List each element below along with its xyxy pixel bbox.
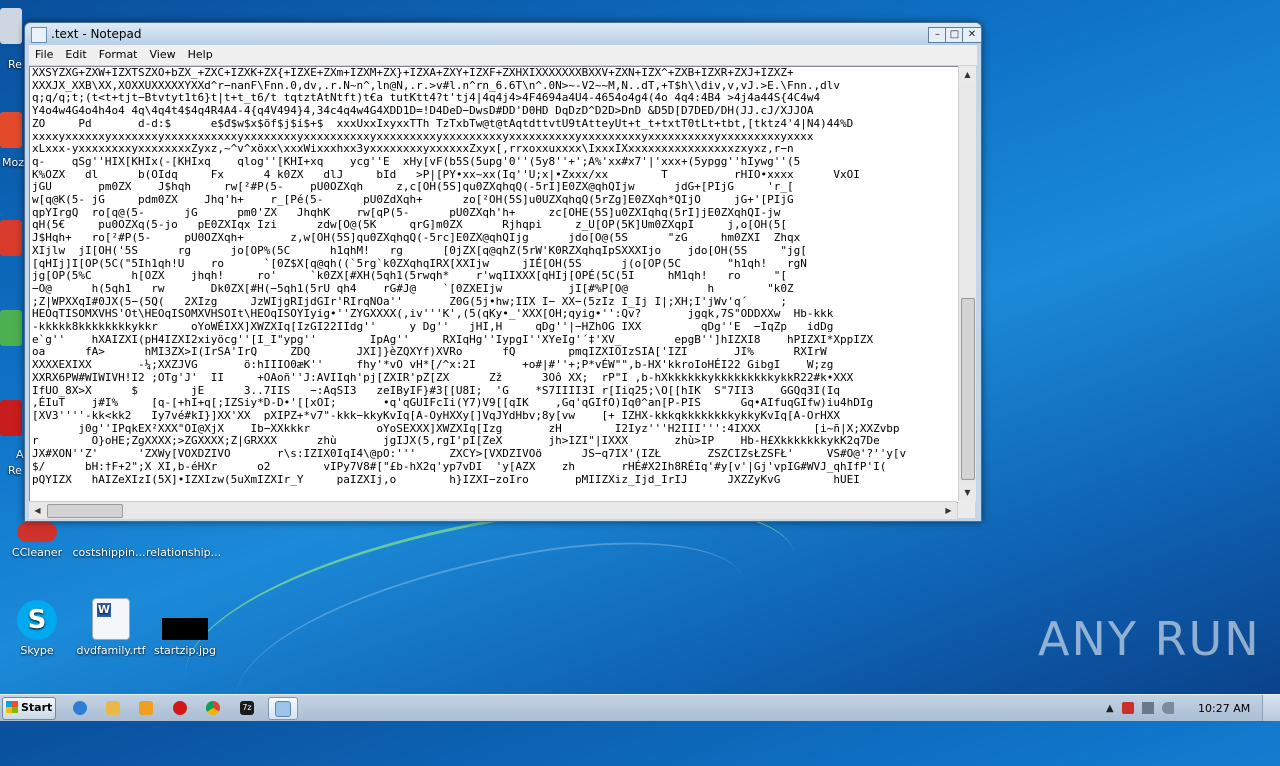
document-text[interactable]: XXSYZXG+ZXW+IZXTSZXO+bZX_+ZXC+IZXK+ZX{+I… xyxy=(30,67,958,486)
taskbar-chrome[interactable] xyxy=(199,697,227,718)
notepad-window[interactable]: .text - Notepad – □ ✕ File Edit Format View… xyxy=(24,22,982,522)
explorer-icon xyxy=(106,700,120,715)
menu-format[interactable]: Format xyxy=(93,45,144,61)
volume-icon[interactable] xyxy=(1161,702,1174,714)
menu-file[interactable]: File xyxy=(29,45,59,61)
taskbar-notepad[interactable] xyxy=(268,697,298,720)
taskbar-7zip[interactable]: 7z xyxy=(233,697,261,718)
desktop-icon-skype[interactable]: S Skype xyxy=(0,600,74,657)
word-document-icon: W xyxy=(92,598,130,640)
ie-icon xyxy=(73,700,87,715)
scroll-left-arrow-icon[interactable]: ◀ xyxy=(29,502,46,519)
action-center-icon[interactable] xyxy=(1121,702,1134,714)
notepad-icon xyxy=(275,700,291,717)
network-icon[interactable] xyxy=(1141,702,1154,714)
desktop-icon-ccleaner[interactable]: CCleaner xyxy=(0,522,74,559)
taskbar-explorer[interactable] xyxy=(99,697,127,718)
app-icon-edge[interactable] xyxy=(0,220,22,256)
desktop-icon-costshipping[interactable]: costshippin... xyxy=(72,522,146,559)
close-button[interactable]: ✕ xyxy=(962,27,982,43)
document-icon xyxy=(163,522,203,542)
ccleaner-icon xyxy=(17,522,57,542)
acrobat-icon[interactable] xyxy=(0,400,22,436)
menu-view[interactable]: View xyxy=(144,45,182,61)
chrome-icon xyxy=(206,700,220,715)
media-player-icon xyxy=(139,700,153,715)
menu-help[interactable]: Help xyxy=(182,45,219,61)
anyrun-watermark: ANY RUN xyxy=(1038,612,1261,666)
edge-label-1: Moz xyxy=(2,156,24,169)
menu-bar: File Edit Format View Help xyxy=(29,45,977,65)
tray-expand-icon[interactable]: ▲ xyxy=(1106,703,1114,714)
start-label: Start xyxy=(21,701,53,714)
menu-edit[interactable]: Edit xyxy=(59,45,92,61)
desktop-icon-startzip[interactable]: startzip.jpg xyxy=(148,600,222,657)
scroll-up-arrow-icon[interactable]: ▲ xyxy=(959,66,976,83)
system-tray: ▲ xyxy=(1106,695,1174,721)
horizontal-scrollbar[interactable]: ◀ ▶ xyxy=(29,501,957,519)
desktop-icon-relationship[interactable]: relationship... xyxy=(146,522,220,559)
desktop-icon-dvdfamily[interactable]: W dvdfamily.rtf xyxy=(74,598,148,657)
windows-logo-icon xyxy=(6,701,18,713)
start-button[interactable]: Start xyxy=(2,697,56,720)
vertical-scroll-thumb[interactable] xyxy=(961,298,975,480)
edge-label-0: Re xyxy=(8,58,22,71)
horizontal-scroll-thumb[interactable] xyxy=(47,504,123,518)
document-icon xyxy=(89,522,129,542)
7zip-icon: 7z xyxy=(240,700,254,715)
notepad-app-icon xyxy=(31,27,47,43)
skype-icon: S xyxy=(17,600,57,640)
window-title: .text - Notepad xyxy=(51,27,142,41)
scroll-down-arrow-icon[interactable]: ▼ xyxy=(959,484,976,501)
firefox-icon[interactable] xyxy=(0,112,22,148)
taskbar-opera[interactable] xyxy=(166,697,194,718)
clock[interactable]: 10:27 AM xyxy=(1198,702,1250,715)
text-editor-area[interactable]: XXSYZXG+ZXW+IZXTSZXO+bZX_+ZXC+IZXK+ZX{+I… xyxy=(29,66,959,503)
title-bar[interactable]: .text - Notepad – □ ✕ xyxy=(25,23,982,45)
recycle-bin-icon[interactable] xyxy=(0,8,22,44)
taskbar-ie[interactable] xyxy=(66,697,94,718)
resize-grip[interactable] xyxy=(958,501,975,518)
taskbar-media-player[interactable] xyxy=(132,697,160,718)
opera-icon xyxy=(173,700,187,715)
scroll-right-arrow-icon[interactable]: ▶ xyxy=(940,502,957,519)
taskbar: Start 7z ▲ 10:27 AM xyxy=(0,694,1280,721)
image-thumbnail-icon xyxy=(162,618,208,640)
vertical-scrollbar[interactable]: ▲ ▼ xyxy=(958,66,976,501)
edge-label-2: A xyxy=(16,448,24,461)
edge-label-3: Re xyxy=(8,464,22,477)
show-desktop-button[interactable] xyxy=(1262,695,1280,721)
chrome-edge-icon[interactable] xyxy=(0,310,22,346)
watermark-text: ANY RUN xyxy=(1038,612,1261,666)
